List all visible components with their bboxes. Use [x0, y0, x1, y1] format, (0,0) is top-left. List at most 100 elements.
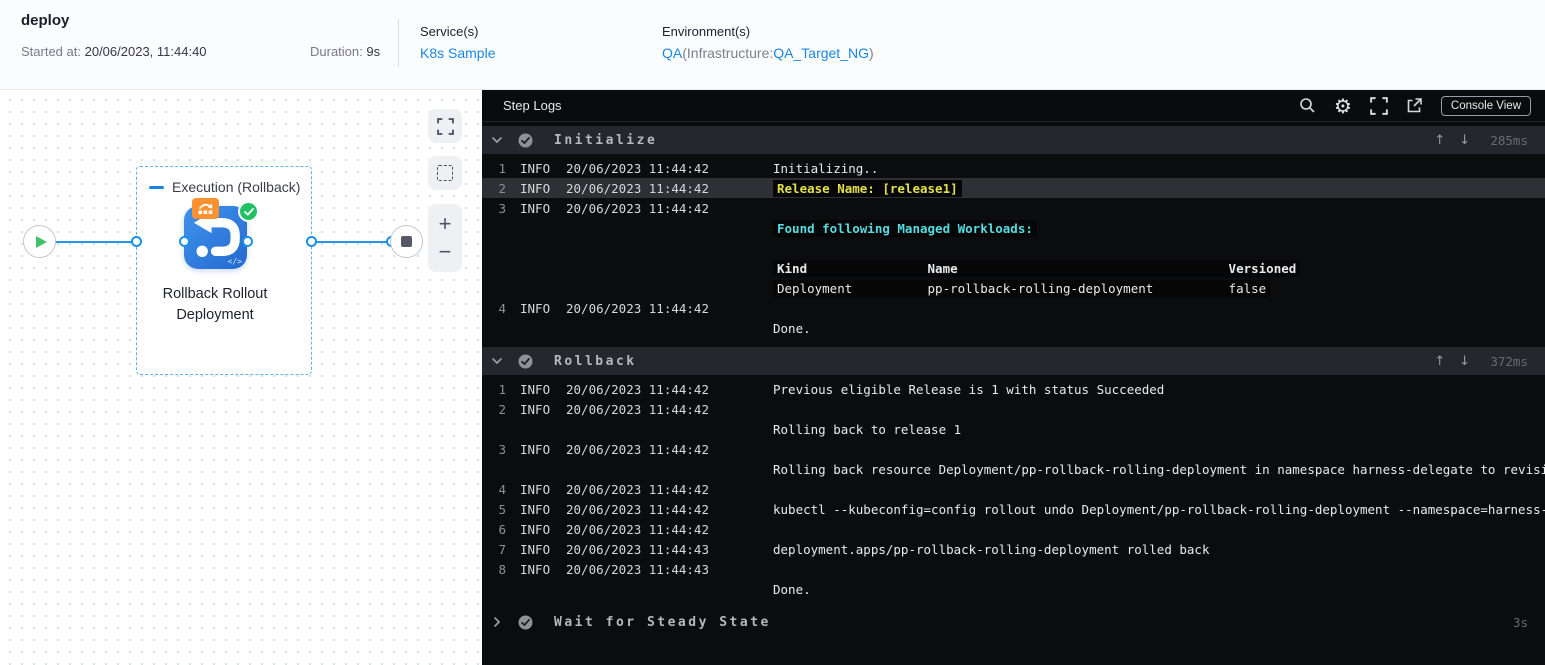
line-number: 1 [498, 160, 506, 176]
rollout-deployment-icon [192, 198, 219, 219]
log-section-controls: ↑ ↓ 372ms [1434, 354, 1528, 369]
chevron-down-icon[interactable] [491, 355, 505, 367]
scroll-down-icon[interactable]: ↓ [1459, 354, 1470, 369]
edge-start-to-group [56, 241, 132, 243]
environments-block: Environment(s) QA(Infrastructure:QA_Targ… [662, 24, 874, 61]
scroll-up-icon[interactable]: ↑ [1434, 133, 1445, 148]
chevron-right-icon[interactable] [491, 616, 505, 628]
section-duration: 372ms [1490, 353, 1528, 369]
log-section-header[interactable]: Rollback ↑ ↓ 372ms [482, 347, 1545, 375]
log-level: INFO [520, 481, 551, 497]
infrastructure-prefix: (Infrastructure: [682, 45, 774, 61]
line-number: 3 [498, 441, 506, 457]
log-sections: Initialize ↑ ↓ 285ms 1 INFO 20/06/2023 11:44:4… [482, 123, 1545, 665]
started-at-value: 20/06/2023, 11:44:40 [84, 44, 207, 59]
pipeline-graph-canvas[interactable]: Execution (Rollback) </> Rollback Rollou… [0, 90, 482, 665]
log-section: Rollback ↑ ↓ 372ms 1 INFO 20/06/2023 11:44:42 P… [482, 347, 1545, 605]
step-success-icon [518, 615, 533, 630]
log-message: Done. [773, 320, 811, 336]
fit-view-icon [436, 117, 454, 135]
log-level: INFO [520, 541, 551, 557]
edge-group-to-end [316, 241, 388, 243]
services-label: Service(s) [420, 24, 479, 39]
log-level: INFO [520, 501, 551, 517]
line-number: 7 [498, 541, 506, 557]
log-timestamp: 20/06/2023 11:44:42 [566, 501, 709, 517]
environment-link[interactable]: QA [662, 45, 682, 61]
fullscreen-icon[interactable] [1370, 96, 1388, 115]
log-line: 5 INFO 20/06/2023 11:44:42 kubectl --kubeco… [482, 499, 1545, 519]
log-line: 3 INFO 20/06/2023 11:44:42 [482, 198, 1545, 218]
log-section-header[interactable]: Wait for Steady State 3s [482, 608, 1545, 636]
log-level: INFO [520, 401, 551, 417]
console-view-button[interactable]: Console View [1440, 95, 1531, 116]
scroll-up-icon[interactable]: ↑ [1434, 354, 1445, 369]
line-number: 8 [498, 561, 506, 577]
duration: Duration: 9s [310, 44, 380, 59]
log-timestamp: 20/06/2023 11:44:42 [566, 300, 709, 316]
log-section-controls: ↑ ↓ 285ms [1434, 133, 1528, 148]
log-message: deployment.apps/pp-rollback-rolling-depl… [773, 541, 1210, 557]
log-section-title: Initialize [554, 132, 658, 148]
log-rows: 1 INFO 20/06/2023 11:44:42 Initializing.. 2 I… [482, 154, 1545, 344]
marquee-select-icon [437, 165, 453, 181]
port [179, 236, 190, 247]
log-message: Release Name: [release1] [773, 179, 962, 197]
marquee-select-button[interactable] [428, 156, 462, 190]
log-line: 4 INFO 20/06/2023 11:44:42 [482, 479, 1545, 499]
log-section-header[interactable]: Initialize ↑ ↓ 285ms [482, 126, 1545, 154]
play-icon [35, 235, 47, 248]
start-node[interactable] [23, 225, 56, 258]
log-message: Kind Name Versioned [773, 259, 1301, 277]
log-message: Initializing.. [773, 160, 879, 176]
search-icon[interactable] [1299, 97, 1316, 114]
line-number: 4 [498, 481, 506, 497]
end-node[interactable] [390, 225, 423, 258]
log-timestamp: 20/06/2023 11:44:42 [566, 521, 709, 537]
execution-rollback-group[interactable]: Execution (Rollback) [136, 166, 312, 375]
log-message: Found following Managed Workloads: [773, 219, 1037, 237]
collapse-group-icon[interactable] [149, 185, 164, 189]
zoom-out-button[interactable]: − [439, 241, 452, 263]
open-in-new-icon[interactable] [1406, 97, 1423, 114]
line-number: 5 [498, 501, 506, 517]
section-duration: 3s [1512, 614, 1528, 630]
log-level: INFO [520, 441, 551, 457]
log-timestamp: 20/06/2023 11:44:42 [566, 160, 709, 176]
log-level: INFO [520, 300, 551, 316]
settings-gear-icon[interactable]: ⚙ [1334, 96, 1352, 116]
log-timestamp: 20/06/2023 11:44:42 [566, 401, 709, 417]
log-panel-title: Step Logs [503, 98, 562, 113]
log-timestamp: 20/06/2023 11:44:43 [566, 541, 709, 557]
log-line: 7 INFO 20/06/2023 11:44:43 deployment.apps/… [482, 539, 1545, 559]
log-line: Rolling back to release 1 [482, 419, 1545, 439]
log-line: Deployment pp-rollback-rolling-deploymen… [482, 278, 1545, 298]
log-level: INFO [520, 381, 551, 397]
zoom-in-button[interactable]: + [439, 213, 452, 235]
line-number: 3 [498, 200, 506, 216]
step-success-icon [518, 354, 533, 369]
chevron-down-icon[interactable] [491, 134, 505, 146]
pipeline-name: deploy [21, 12, 70, 29]
section-duration: 285ms [1490, 132, 1528, 148]
line-number: 1 [498, 381, 506, 397]
port [306, 236, 317, 247]
log-line: 1 INFO 20/06/2023 11:44:42 Initializing.. [482, 158, 1545, 178]
log-line: 2 INFO 20/06/2023 11:44:42 [482, 399, 1545, 419]
log-level: INFO [520, 180, 551, 196]
service-link[interactable]: K8s Sample [420, 45, 495, 61]
log-timestamp: 20/06/2023 11:44:43 [566, 561, 709, 577]
log-rows: 1 INFO 20/06/2023 11:44:42 Previous eligibl… [482, 375, 1545, 605]
line-number: 2 [498, 401, 506, 417]
log-line: 3 INFO 20/06/2023 11:44:42 [482, 439, 1545, 459]
fit-view-button[interactable] [428, 109, 462, 143]
line-number: 2 [498, 180, 506, 196]
started-at-label: Started at: [21, 44, 81, 59]
log-line: Found following Managed Workloads: [482, 218, 1545, 238]
log-toolbar: Step Logs ⚙ Console View [482, 90, 1545, 122]
scroll-down-icon[interactable]: ↓ [1459, 133, 1470, 148]
infrastructure-link[interactable]: QA_Target_NG [773, 45, 869, 61]
log-level: INFO [520, 561, 551, 577]
log-section-title: Rollback [554, 353, 637, 369]
group-label: Execution (Rollback) [172, 179, 301, 195]
